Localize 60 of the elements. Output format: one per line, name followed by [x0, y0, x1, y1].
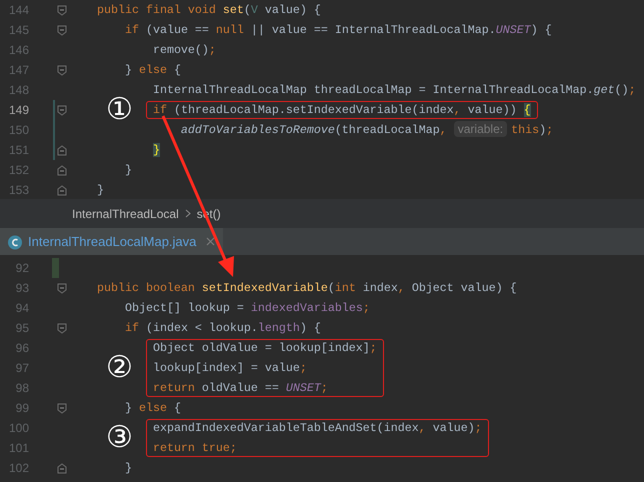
line-number: 97	[16, 361, 29, 375]
fold-icon[interactable]	[57, 144, 67, 156]
code-line: public boolean setIndexedVariable(int index, Object value) {	[96, 280, 517, 297]
line-number: 99	[16, 401, 29, 415]
line-number: 146	[8, 43, 29, 57]
fold-icon[interactable]	[57, 184, 67, 196]
breadcrumb-item[interactable]: InternalThreadLocal	[72, 204, 179, 222]
line-number: 96	[16, 341, 29, 355]
step-number: ①	[106, 95, 133, 125]
parameter-hint: variable:	[454, 121, 508, 137]
code-line: Object oldValue = lookup[index];	[152, 340, 377, 357]
fold-icon[interactable]	[57, 402, 67, 414]
fold-icon[interactable]	[57, 24, 67, 36]
code-line: Object[] lookup = indexedVariables;	[124, 300, 370, 317]
code-line: expandIndexedVariableTableAndSet(index, value);	[152, 420, 482, 437]
line-number: 144	[8, 3, 29, 17]
step-number: ③	[106, 423, 133, 453]
code-line: public final void set(V value) {	[96, 2, 321, 19]
line-number: 151	[8, 143, 29, 157]
code-line: }	[124, 162, 132, 179]
code-line: InternalThreadLocalMap threadLocalMap = InternalThreadLocalMap.get();	[152, 82, 636, 99]
line-number: 153	[8, 183, 29, 197]
code-line: } else {	[124, 62, 181, 79]
line-number: 100	[8, 421, 29, 435]
line-number: 147	[8, 63, 29, 77]
line-number: 148	[8, 83, 29, 97]
code-line: addToVariablesToRemove(threadLocalMap, variable: this);	[180, 120, 554, 139]
line-number: 149	[8, 103, 29, 117]
code-line: remove();	[152, 42, 216, 59]
fold-icon[interactable]	[57, 64, 67, 76]
code-line: lookup[index] = value;	[152, 360, 307, 377]
line-number: 152	[8, 163, 29, 177]
change-marker	[52, 258, 59, 278]
code-line: }	[96, 182, 104, 199]
code-line: return oldValue == UNSET;	[152, 380, 328, 397]
line-number: 145	[8, 23, 29, 37]
line-number: 98	[16, 381, 29, 395]
code-line: if (value == null || value == InternalThreadLocalMap.UNSET) {	[124, 22, 552, 39]
fold-icon[interactable]	[57, 4, 67, 16]
code-line: return true;	[152, 440, 237, 457]
line-number: 95	[16, 321, 29, 335]
close-icon[interactable]	[206, 237, 216, 246]
fold-icon[interactable]	[57, 164, 67, 176]
chevron-icon	[184, 209, 191, 218]
line-number: 92	[16, 261, 29, 275]
line-number: 101	[8, 441, 29, 455]
line-number: 102	[8, 461, 29, 475]
fold-icon[interactable]	[57, 322, 67, 334]
code-line: if (index < lookup.length) {	[124, 320, 321, 337]
line-number: 150	[8, 123, 29, 137]
fold-icon[interactable]	[57, 104, 67, 116]
class-file-icon	[7, 234, 23, 250]
fold-icon[interactable]	[57, 462, 67, 474]
code-line: }	[124, 460, 132, 477]
step-number: ②	[106, 353, 133, 383]
line-number: 94	[16, 301, 29, 315]
fold-icon[interactable]	[57, 282, 67, 294]
line-number: 93	[16, 281, 29, 295]
code-line: if (threadLocalMap.setIndexedVariable(index, value)) {	[152, 102, 531, 119]
code-line: } else {	[124, 400, 181, 417]
